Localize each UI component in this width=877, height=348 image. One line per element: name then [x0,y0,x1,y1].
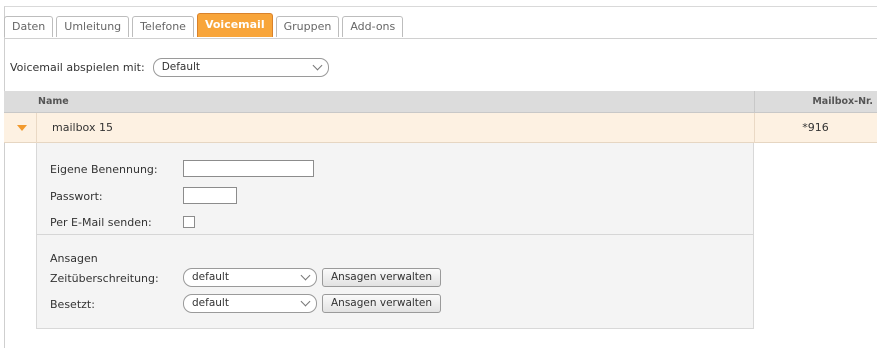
mailbox-table-header: Name Mailbox-Nr. [4,91,877,113]
password-input[interactable] [183,187,237,204]
mailbox-details-panel: Eigene Benennung: Passwort: Per E-Mail s… [36,143,754,329]
announcements-heading: Ansagen [50,252,98,265]
timeout-select[interactable]: default [183,268,317,287]
timeout-label: Zeitüberschreitung: [50,272,159,285]
email-checkbox[interactable] [183,216,195,228]
tab-bar-divider [4,38,877,39]
column-header-name[interactable]: Name [38,96,69,107]
section-divider [37,234,753,235]
table-row[interactable]: mailbox 15 *916 [4,113,877,143]
playback-row: Voicemail abspielen mit: Default [10,57,329,77]
manage-announcements-timeout-button[interactable]: Ansagen verwalten [322,268,442,287]
tab-umleitung[interactable]: Umleitung [56,16,130,37]
tab-gruppen[interactable]: Gruppen [275,16,340,37]
tab-bar: Daten Umleitung Telefone Voicemail Grupp… [4,13,406,39]
playback-select-value: Default [161,60,201,73]
busy-select[interactable]: default [183,294,317,313]
timeout-select-value: default [192,271,229,283]
tab-daten[interactable]: Daten [4,16,54,37]
mailbox-number: *916 [802,121,829,134]
column-header-mailbox[interactable]: Mailbox-Nr. [812,96,873,107]
manage-announcements-busy-button[interactable]: Ansagen verwalten [322,294,442,313]
expand-arrow-icon[interactable] [17,125,27,131]
email-label: Per E-Mail senden: [50,216,152,229]
custom-name-label: Eigene Benennung: [50,163,158,176]
password-label: Passwort: [50,190,103,203]
column-divider [754,91,755,113]
custom-name-input[interactable] [183,160,314,177]
busy-label: Besetzt: [50,298,95,311]
mailbox-name: mailbox 15 [52,121,113,134]
chevron-down-icon [312,60,323,70]
tab-voicemail[interactable]: Voicemail [196,13,273,37]
tab-add-ons[interactable]: Add-ons [342,16,404,37]
chevron-down-icon [300,296,311,307]
tab-telefone[interactable]: Telefone [132,16,194,37]
chevron-down-icon [300,270,311,281]
playback-label: Voicemail abspielen mit: [10,60,145,74]
row-divider [36,113,37,143]
playback-select[interactable]: Default [152,57,329,77]
busy-select-value: default [192,297,229,309]
